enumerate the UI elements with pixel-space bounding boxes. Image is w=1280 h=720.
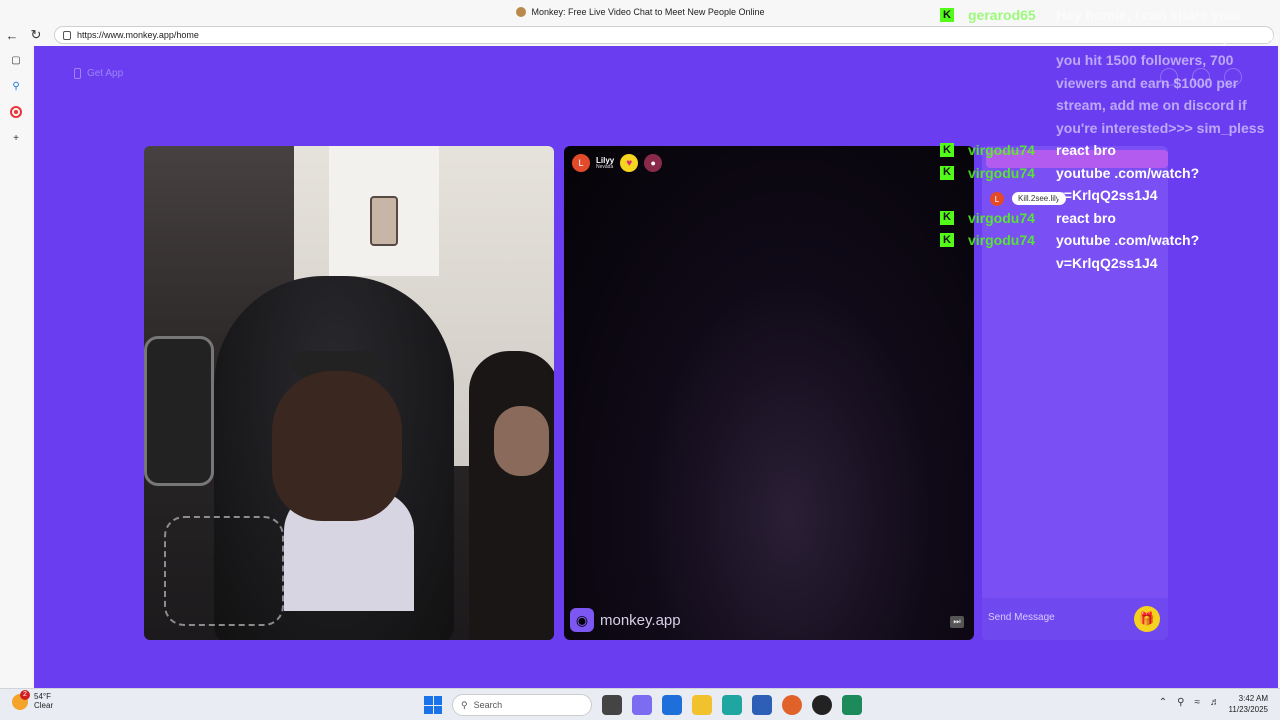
brand-watermark: ◉ monkey.app bbox=[570, 608, 681, 632]
send-message-input[interactable] bbox=[988, 608, 1128, 626]
get-app-button[interactable]: Get App bbox=[74, 68, 123, 79]
overlay-text: youtube .com/watch? v=KrlqQ2ss1J4 bbox=[1056, 232, 1200, 271]
url-text: https://www.monkey.app/home bbox=[77, 30, 199, 40]
copilot-icon[interactable] bbox=[632, 695, 652, 715]
edge-icon[interactable] bbox=[722, 695, 742, 715]
tabs-icon[interactable]: ▢ bbox=[8, 52, 24, 68]
overlay-username: gerarod65 bbox=[968, 7, 1036, 23]
heart-badge-icon[interactable]: ♥ bbox=[620, 154, 639, 172]
site-favicon-icon bbox=[515, 7, 526, 17]
kick-logo-icon: K bbox=[940, 210, 954, 225]
overlay-message: K virgodu74 react bro bbox=[940, 139, 1280, 162]
store-icon[interactable] bbox=[752, 695, 772, 715]
lock-icon bbox=[63, 30, 71, 40]
overlay-text: youtube .com/watch? v=KrlqQ2ss1J4 bbox=[1056, 164, 1200, 204]
gift-icon[interactable]: 🎁 bbox=[1134, 606, 1160, 632]
add-icon[interactable]: + bbox=[8, 130, 24, 146]
weather-sun-icon: 2 bbox=[12, 689, 30, 710]
overlay-username: virgodu74 bbox=[968, 232, 1035, 248]
app-icon[interactable] bbox=[842, 695, 862, 715]
remote-user-location: Nevada bbox=[596, 163, 614, 170]
character-badge-icon[interactable]: ● bbox=[644, 154, 663, 172]
file-explorer-icon[interactable] bbox=[692, 695, 712, 715]
send-message-bar: 🎁 bbox=[982, 598, 1168, 640]
system-clock[interactable]: 3:42 AM 11/23/2025 bbox=[1229, 693, 1268, 715]
record-icon[interactable] bbox=[8, 104, 24, 120]
overlay-message: K virgodu74 youtube .com/watch? v=KrlqQ2… bbox=[940, 229, 1280, 274]
local-video bbox=[144, 146, 554, 640]
task-view-icon[interactable] bbox=[602, 695, 622, 715]
clock-time: 3:42 AM bbox=[1238, 694, 1268, 703]
overlay-message: K gerarod65 Hey homie, i can share your … bbox=[940, 4, 1280, 139]
windows-taskbar: 2 54°F Clear ⚲ Search ⌃ ⚲ ≈ ♬ 3:42 AM 11… bbox=[0, 688, 1280, 720]
kick-logo-icon: K bbox=[940, 143, 954, 157]
phone-icon bbox=[74, 68, 81, 79]
window-title: Monkey: Free Live Video Chat to Meet New… bbox=[531, 7, 765, 17]
clock-date: 11/23/2025 bbox=[1228, 705, 1268, 715]
overlay-username: virgodu74 bbox=[968, 164, 1035, 181]
overlay-username: virgodu74 bbox=[968, 209, 1035, 226]
get-app-label: Get App bbox=[87, 68, 124, 79]
chevron-up-icon[interactable]: ⌃ bbox=[1159, 697, 1167, 708]
refresh-icon[interactable]: ↻ bbox=[24, 24, 48, 46]
overlay-text: Hey homie, i can share your stream to ki… bbox=[1056, 7, 1279, 136]
firefox-icon[interactable] bbox=[782, 695, 802, 715]
back-arrow-icon[interactable]: ← bbox=[0, 24, 24, 46]
overlay-username: virgodu74 bbox=[968, 142, 1035, 158]
kick-logo-icon: K bbox=[940, 8, 954, 22]
microphone-icon[interactable]: ⚲ bbox=[1177, 697, 1184, 708]
taskbar-apps: ⚲ Search bbox=[424, 694, 862, 716]
outlook-icon[interactable] bbox=[662, 695, 682, 715]
media-player-icon[interactable] bbox=[812, 695, 832, 715]
kick-logo-icon: K bbox=[940, 165, 954, 180]
skip-icon[interactable]: ⏭ bbox=[950, 616, 964, 628]
overlay-text: react bro bbox=[1056, 142, 1116, 158]
gaming-chair bbox=[144, 336, 214, 486]
overlay-message: K virgodu74 youtube .com/watch? v=KrlqQ2… bbox=[940, 162, 1280, 207]
person-face bbox=[272, 371, 402, 521]
remote-user-header: L Lilyy Nevada ♥ ● bbox=[572, 154, 663, 172]
search-icon: ⚲ bbox=[461, 699, 468, 710]
remote-user-avatar[interactable]: L bbox=[572, 154, 590, 172]
overlay-message: K virgodu74 react bro bbox=[940, 207, 1280, 230]
system-tray: ⌃ ⚲ ≈ ♬ bbox=[1159, 697, 1220, 708]
kick-logo-icon: K bbox=[940, 233, 954, 247]
volume-icon[interactable]: ♬ bbox=[1210, 697, 1220, 708]
windows-start-icon[interactable] bbox=[424, 696, 442, 714]
weather-condition: Clear bbox=[34, 700, 54, 710]
brand-text: monkey.app bbox=[600, 611, 681, 629]
weather-widget[interactable]: 2 54°F Clear bbox=[12, 689, 54, 711]
stream-chat-overlay: K gerarod65 Hey homie, i can share your … bbox=[940, 4, 1280, 274]
weather-badge: 2 bbox=[20, 689, 30, 700]
search-icon[interactable]: ⚲ bbox=[8, 78, 24, 94]
taskbar-search[interactable]: ⚲ Search bbox=[452, 694, 592, 716]
monkey-logo-icon: ◉ bbox=[570, 608, 594, 632]
taskbar-search-label: Search bbox=[473, 700, 503, 710]
overlay-text: react bro bbox=[1056, 209, 1116, 226]
browser-sidebar: ▢ ⚲ + bbox=[0, 46, 32, 688]
remote-video: L Lilyy Nevada ♥ ● ◉ monkey.app ⏭ bbox=[564, 146, 974, 640]
wifi-icon[interactable]: ≈ bbox=[1195, 697, 1201, 708]
